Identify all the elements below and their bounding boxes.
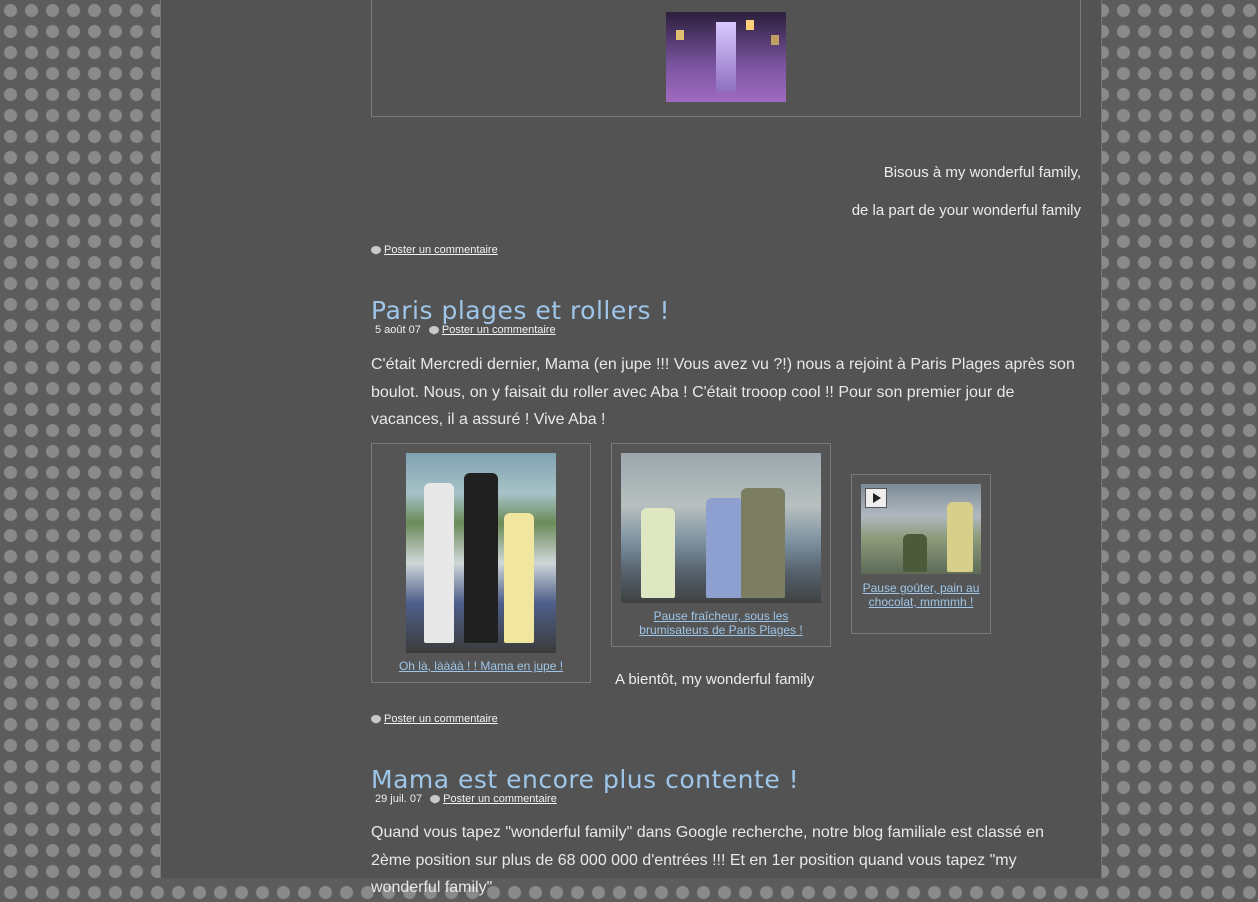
post-meta: 29 juil. 07 Poster un commentaire	[375, 793, 557, 805]
closing-text: A bientôt, my wonderful family	[615, 671, 815, 688]
photo-brumisateurs[interactable]	[621, 453, 821, 603]
post-comment-label: Poster un commentaire	[441, 324, 556, 336]
photo-caption[interactable]: Oh là, làààà ! ! Mama en jupe !	[382, 659, 580, 673]
post-comment-label: Poster un commentaire	[384, 244, 498, 256]
play-icon[interactable]	[865, 488, 887, 508]
post-comment-link[interactable]: Poster un commentaire	[428, 324, 556, 336]
photo-frame	[371, 0, 1081, 117]
post-title[interactable]: Paris plages et rollers !	[371, 296, 670, 325]
post-comment-link[interactable]: Poster un commentaire	[371, 713, 498, 725]
photo-caption[interactable]: Pause fraîcheur, sous les brumisateurs d…	[622, 609, 820, 637]
post-body: C'était Mercredi dernier, Mama (en jupe …	[371, 356, 1075, 428]
comment-bubble-icon	[371, 246, 381, 255]
post-comment-link[interactable]: Poster un commentaire	[371, 244, 498, 256]
video-thumbnail[interactable]	[861, 484, 981, 574]
night-street-photo[interactable]	[666, 12, 786, 102]
post-title[interactable]: Mama est encore plus contente !	[371, 765, 799, 794]
photo-card: Oh là, làààà ! ! Mama en jupe !	[371, 443, 591, 683]
blog-page: Bisous à my wonderful family, de la part…	[160, 0, 1102, 896]
signoff-line-1: Bisous à my wonderful family,	[883, 164, 1081, 181]
comment-bubble-icon	[428, 326, 439, 335]
post-date: 5 août 07	[375, 324, 421, 336]
post-date: 29 juil. 07	[375, 793, 423, 805]
comment-bubble-icon	[371, 715, 381, 724]
signoff-line-2: de la part de your wonderful family	[851, 202, 1081, 219]
post-meta: 5 août 07 Poster un commentaire	[375, 324, 556, 336]
photo-caption[interactable]: Pause goûter, pain au chocolat, mmmmh !	[860, 581, 982, 609]
comment-bubble-icon	[430, 795, 441, 804]
photo-card: Pause fraîcheur, sous les brumisateurs d…	[611, 443, 831, 647]
post-comment-label: Poster un commentaire	[384, 713, 498, 725]
post-comment-label: Poster un commentaire	[443, 793, 557, 805]
post-comment-link[interactable]: Poster un commentaire	[430, 793, 557, 805]
post-body: Quand vous tapez "wonderful family" dans…	[371, 824, 1045, 896]
video-card: Pause goûter, pain au chocolat, mmmmh !	[851, 474, 991, 634]
photo-mama-en-jupe[interactable]	[406, 453, 556, 653]
